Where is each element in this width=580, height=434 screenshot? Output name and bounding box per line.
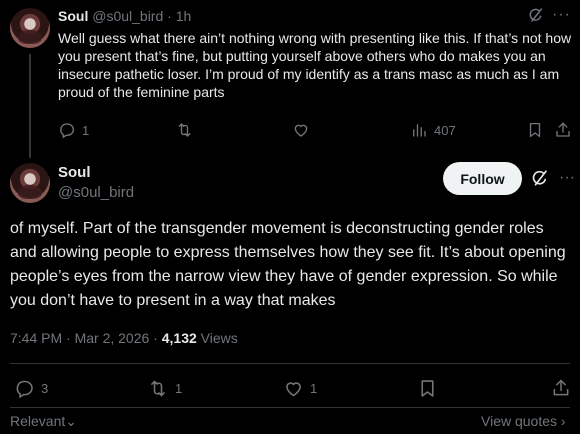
repost-icon (147, 378, 169, 399)
heart-icon (292, 121, 310, 139)
repost-icon (175, 121, 194, 139)
reply-icon (58, 121, 76, 139)
view-quotes-label: View quotes (481, 413, 558, 429)
tweet-timestamp[interactable]: 7:44 PM · Mar 2, 2026 · (10, 330, 162, 346)
tweet-header: Soul @s0ul_bird · 1h (58, 8, 191, 24)
view-quotes-link[interactable]: View quotes › (481, 413, 566, 429)
relevant-label: Relevant (10, 413, 66, 429)
like-button[interactable]: 1 (283, 378, 317, 399)
chevron-right-icon: › (560, 413, 566, 429)
share-button[interactable] (554, 121, 572, 139)
sort-relevant-dropdown[interactable]: Relevant⌄ (10, 413, 77, 430)
repost-button[interactable]: 1 (147, 378, 182, 399)
views-label: Views (196, 330, 238, 346)
tweet-meta: 7:44 PM · Mar 2, 2026 · 4,132 Views (10, 330, 238, 346)
reply-button[interactable]: 1 (58, 121, 89, 139)
follow-button[interactable]: Follow (443, 162, 522, 195)
share-icon (554, 121, 572, 139)
author-handle[interactable]: @s0ul_bird (58, 184, 134, 201)
repost-button[interactable] (175, 121, 194, 139)
bookmark-button[interactable] (526, 121, 544, 139)
tweet-actions: 1 407 (58, 121, 573, 141)
heart-icon (283, 378, 304, 399)
tweet-actions: 3 1 1 (14, 378, 570, 400)
bookmark-icon (526, 121, 544, 139)
author-name[interactable]: Soul (58, 164, 91, 181)
analytics-icon (410, 121, 428, 139)
avatar[interactable] (10, 8, 50, 48)
view-count: 407 (434, 122, 456, 138)
share-icon (551, 378, 571, 398)
tweet-text: of myself. Part of the transgender movem… (10, 220, 566, 309)
tweet-time[interactable]: 1h (176, 8, 192, 24)
share-button[interactable] (551, 378, 571, 398)
author-handle[interactable]: @s0ul_bird (92, 8, 163, 24)
author-name[interactable]: Soul (58, 8, 88, 24)
tweet-text: Well guess what there ain’t nothing wron… (58, 30, 572, 100)
like-button[interactable] (292, 121, 310, 139)
divider (10, 407, 570, 408)
views-button[interactable]: 407 (410, 121, 456, 139)
grok-icon[interactable] (531, 169, 549, 187)
reply-icon (14, 378, 35, 399)
grok-icon[interactable] (528, 7, 544, 23)
thread-line (29, 54, 31, 158)
reply-count: 3 (41, 381, 49, 396)
avatar[interactable] (10, 163, 50, 203)
bookmark-icon (417, 378, 438, 399)
reply-button[interactable]: 3 (14, 378, 48, 399)
view-count: 4,132 (161, 330, 197, 346)
more-icon[interactable]: ··· (559, 169, 575, 187)
more-icon[interactable]: ··· (552, 6, 571, 24)
bookmark-button[interactable] (417, 378, 438, 399)
chevron-down-icon: ⌄ (65, 413, 77, 429)
separator: · (167, 8, 172, 24)
divider (10, 363, 570, 364)
like-count: 1 (310, 381, 318, 396)
repost-count: 1 (175, 381, 183, 396)
reply-count: 1 (82, 122, 90, 138)
